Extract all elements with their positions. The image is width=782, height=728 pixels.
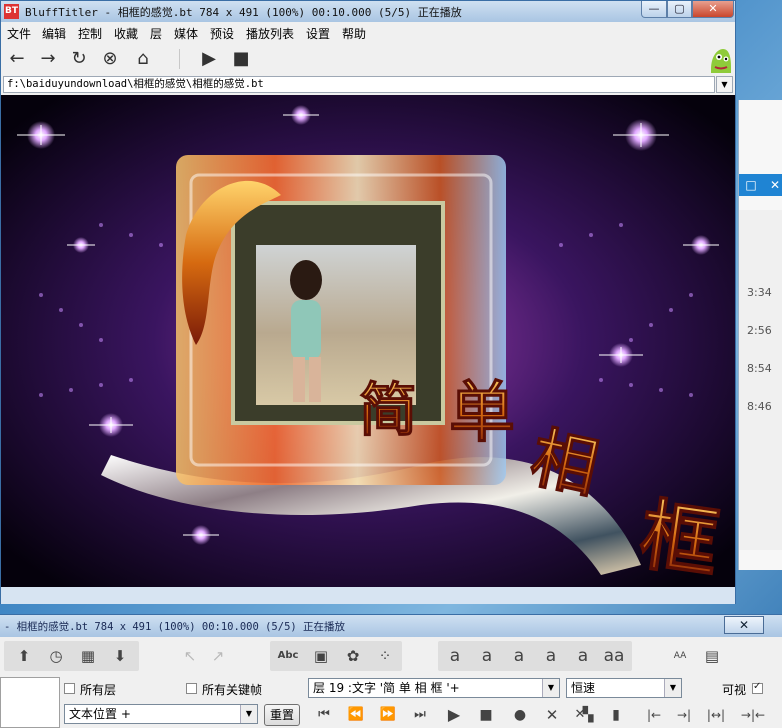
file-path-field[interactable]: f:\baiduyundownload\相框的感觉\相框的感觉.bt: [3, 76, 715, 93]
align-right-icon[interactable]: →|: [670, 703, 698, 727]
list-time: 8:54: [747, 362, 772, 375]
background-window: □ ✕ 3:34 2:56 8:54 8:46: [738, 100, 782, 570]
layer-select-value: 层 19 :文字 '简 单 相 框 '+: [313, 681, 460, 695]
toolbar: ← → ↻ ⊗ ⌂ ▶ ■: [1, 43, 735, 75]
control-panel-close-button[interactable]: ✕: [724, 616, 764, 634]
layer-select[interactable]: 层 19 :文字 '简 单 相 框 '+ ▼: [308, 678, 560, 698]
menu-file[interactable]: 文件: [7, 25, 31, 42]
menu-presets[interactable]: 预设: [210, 25, 234, 42]
home-icon[interactable]: ⌂: [131, 47, 155, 71]
text-style-4-icon[interactable]: a: [536, 641, 566, 671]
arrow-up-left-icon[interactable]: ↖: [178, 641, 202, 671]
chevron-down-icon[interactable]: ▼: [542, 679, 559, 697]
stop-icon[interactable]: ■: [229, 47, 253, 71]
status-bar: [1, 587, 735, 604]
first-frame-icon[interactable]: ⏮: [312, 703, 336, 727]
background-window-maximize-icon[interactable]: □: [741, 174, 761, 196]
align-left-icon[interactable]: |←: [640, 703, 668, 727]
all-keyframes-label: 所有关键帧: [202, 683, 263, 697]
stop-circle-icon[interactable]: ⊗: [98, 47, 122, 71]
delete-key-icon[interactable]: ✕: [540, 703, 564, 727]
play-icon[interactable]: ▶: [442, 703, 466, 727]
visible-checkbox[interactable]: [752, 681, 763, 694]
background-window-close-icon[interactable]: ✕: [765, 174, 782, 196]
particles-icon[interactable]: ⁘: [370, 641, 400, 671]
picture-layer-icon[interactable]: ▣: [306, 641, 336, 671]
back-arrow-icon[interactable]: ←: [5, 47, 29, 71]
expand-icon[interactable]: |↔|: [700, 703, 732, 727]
forward-arrow-icon[interactable]: →: [36, 47, 60, 71]
reset-button[interactable]: 重置: [264, 704, 300, 726]
all-layers-checkbox[interactable]: [64, 683, 75, 694]
app-icon[interactable]: BT: [4, 4, 19, 19]
main-window: BT BluffTitler - 相框的感觉.bt 784 x 491 (100…: [0, 0, 736, 604]
menu-layer[interactable]: 层: [150, 25, 162, 42]
menu-media[interactable]: 媒体: [174, 25, 198, 42]
next-frame-icon[interactable]: ⏩: [376, 703, 400, 727]
control-panel-titlebar[interactable]: - 相框的感觉.bt 784 x 491 (100%) 00:10.000 (5…: [0, 615, 782, 637]
path-bar: f:\baiduyundownload\相框的感觉\相框的感觉.bt ▼: [1, 75, 735, 95]
menu-favorites[interactable]: 收藏: [114, 25, 138, 42]
record-icon[interactable]: ●: [508, 703, 532, 727]
text-position-select[interactable]: 文本位置 + ▼: [64, 704, 258, 724]
chevron-down-icon[interactable]: ▼: [664, 679, 681, 697]
window-title: BluffTitler - 相框的感觉.bt 784 x 491 (100%) …: [25, 6, 462, 19]
scene-char-2: 单: [449, 373, 515, 451]
layers-icon[interactable]: ▦: [74, 641, 102, 671]
chevron-down-icon[interactable]: ▼: [240, 705, 257, 723]
font-size-icon[interactable]: AA: [666, 641, 694, 671]
menu-settings[interactable]: 设置: [306, 25, 330, 42]
toolbar-separator: [179, 49, 180, 69]
speed-select-value: 恒速: [571, 681, 596, 695]
layer-up-icon[interactable]: ⬆: [10, 641, 38, 671]
path-dropdown-icon[interactable]: ▼: [716, 76, 733, 93]
title-bar[interactable]: BT BluffTitler - 相框的感觉.bt 784 x 491 (100…: [1, 1, 735, 22]
last-frame-icon[interactable]: ⏭: [408, 703, 432, 727]
text-position-select-value: 文本位置 +: [69, 707, 131, 721]
clock-icon[interactable]: ◷: [42, 641, 70, 671]
copy-key-icon[interactable]: ▚: [576, 703, 600, 727]
document-icon[interactable]: ▤: [698, 641, 726, 671]
menu-control[interactable]: 控制: [78, 25, 102, 42]
shape-layer-icon[interactable]: ✿: [338, 641, 368, 671]
scene-render: 简 单 相 框: [1, 95, 735, 587]
list-time: 2:56: [747, 324, 772, 337]
background-window-list: [739, 210, 782, 550]
menu-bar: 文件 编辑 控制 收藏 层 媒体 预设 播放列表 设置 帮助: [1, 22, 735, 43]
refresh-icon[interactable]: ↻: [67, 47, 91, 71]
text-style-5-icon[interactable]: a: [568, 641, 598, 671]
menu-playlist[interactable]: 播放列表: [246, 25, 294, 42]
minimize-button[interactable]: —: [641, 1, 667, 18]
prev-frame-icon[interactable]: ⏪: [344, 703, 368, 727]
all-keyframes-checkbox[interactable]: [186, 683, 197, 694]
preview-viewport[interactable]: 简 单 相 框: [1, 95, 735, 587]
text-style-6-icon[interactable]: aa: [598, 641, 630, 671]
maximize-button[interactable]: ▢: [667, 1, 692, 18]
arrow-up-right-icon[interactable]: ↗: [206, 641, 230, 671]
control-panel: - 相框的感觉.bt 784 x 491 (100%) 00:10.000 (5…: [0, 614, 782, 728]
menu-help[interactable]: 帮助: [342, 25, 366, 42]
layer-down-icon[interactable]: ⬇: [106, 641, 134, 671]
list-time: 3:34: [747, 286, 772, 299]
speed-select[interactable]: 恒速 ▼: [566, 678, 682, 698]
stop-icon[interactable]: ■: [474, 703, 498, 727]
text-style-3-icon[interactable]: a: [504, 641, 534, 671]
close-button[interactable]: ✕: [692, 1, 734, 18]
play-icon[interactable]: ▶: [197, 47, 221, 71]
scene-char-4: 框: [634, 489, 724, 587]
text-style-2-icon[interactable]: a: [472, 641, 502, 671]
list-time: 8:46: [747, 400, 772, 413]
collapse-icon[interactable]: →|←: [736, 703, 770, 727]
scene-char-1: 简: [359, 376, 417, 444]
menu-edit[interactable]: 编辑: [42, 25, 66, 42]
frog-logo-icon: [711, 49, 731, 73]
layer-thumbnail-box[interactable]: [0, 677, 60, 728]
text-style-1-icon[interactable]: a: [440, 641, 470, 671]
text-abc-icon[interactable]: Abc: [272, 641, 304, 671]
visible-label: 可视: [722, 683, 747, 697]
all-layers-label: 所有层: [80, 683, 117, 697]
save-key-icon[interactable]: ▮: [604, 703, 628, 727]
control-panel-title: - 相框的感觉.bt 784 x 491 (100%) 00:10.000 (5…: [4, 621, 346, 633]
